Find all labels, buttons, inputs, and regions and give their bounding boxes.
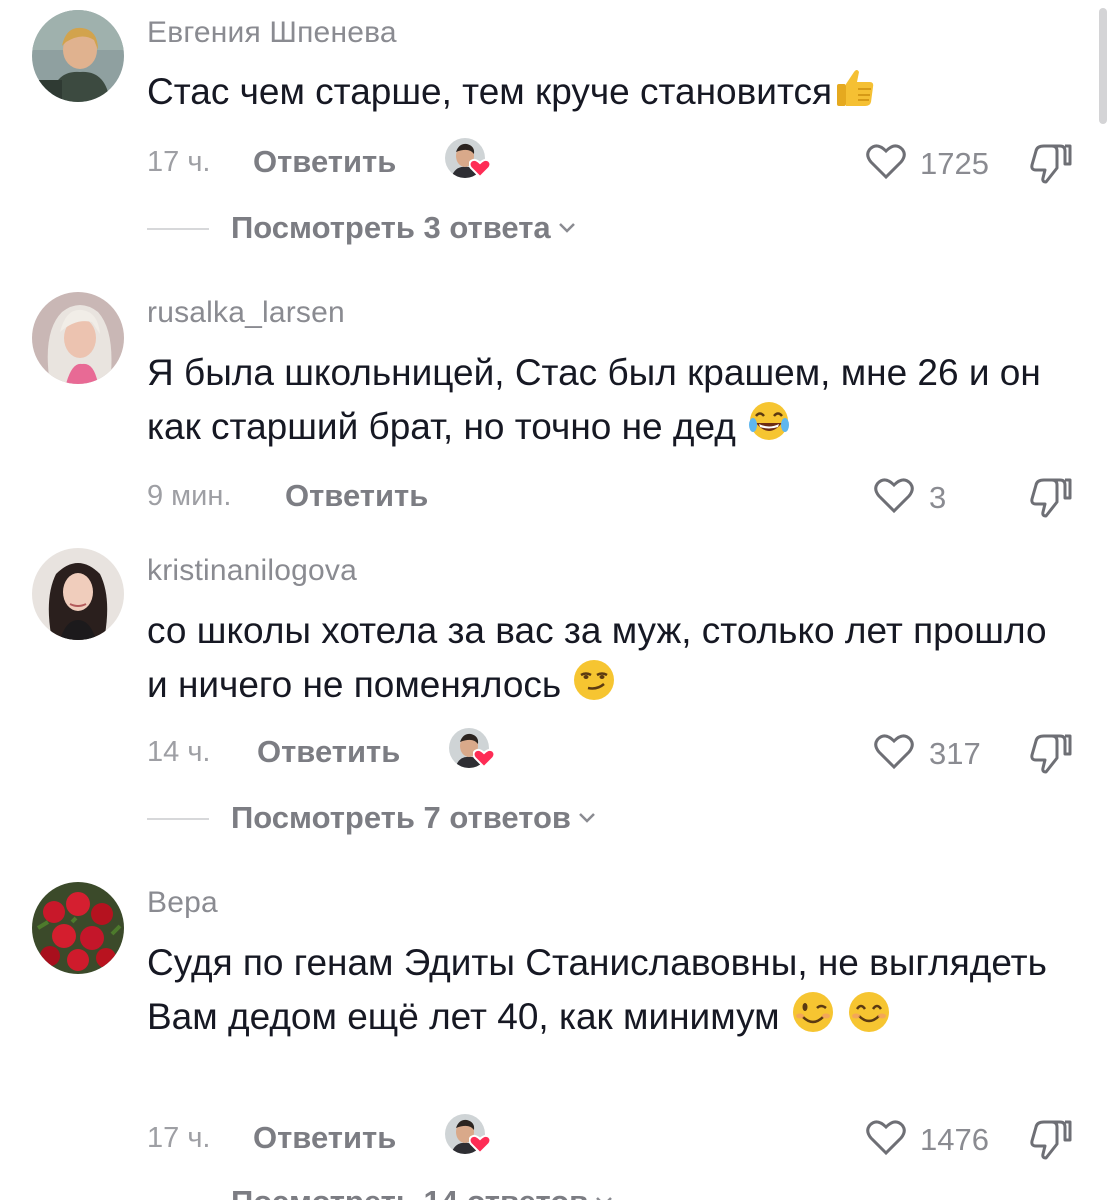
wink-emoji-icon [790, 989, 836, 1035]
dislike-icon[interactable] [1027, 140, 1073, 184]
like-count: 1725 [920, 146, 989, 181]
avatar[interactable] [32, 292, 124, 384]
comment-meta: 17 ч. Ответить 1476 [147, 1112, 1077, 1162]
view-replies-label: Посмотреть 14 ответов [231, 1184, 614, 1200]
like-heart-icon[interactable] [873, 731, 915, 771]
dislike-icon[interactable] [1027, 1116, 1073, 1160]
view-replies-label: Посмотреть 3 ответа [231, 210, 577, 246]
reply-button[interactable]: Ответить [285, 478, 428, 514]
comment-time: 17 ч. [147, 1122, 211, 1154]
reply-button[interactable]: Ответить [253, 144, 396, 180]
comment-meta: 9 мин. Ответить 3 [147, 470, 1077, 520]
smirk-emoji-icon [571, 657, 617, 703]
smile-emoji-icon [846, 989, 892, 1035]
view-replies-button[interactable]: Посмотреть 14 ответов [147, 1182, 747, 1200]
comment-text-content: Я была школьницей, Стас был крашем, мне … [147, 352, 1041, 447]
comment-time: 14 ч. [147, 736, 211, 768]
like-count: 3 [929, 480, 947, 515]
comment-text: Судя по генам Эдиты Станиславовны, не вы… [147, 936, 1067, 1043]
heart-icon [469, 1134, 491, 1154]
creator-liked-badge [445, 136, 495, 186]
chevron-down-icon [558, 223, 575, 233]
comment-meta: 14 ч. Ответить 317 [147, 726, 1077, 776]
scrollbar[interactable] [1099, 8, 1107, 124]
comment-username[interactable]: Евгения Шпенева [147, 16, 397, 50]
avatar[interactable] [32, 882, 124, 974]
comment-time: 17 ч. [147, 146, 211, 178]
comment-meta: 17 ч. Ответить 1725 [147, 136, 1077, 186]
heart-icon [473, 748, 495, 768]
comment-text: Стас чем старше, тем круче становится [147, 64, 1067, 118]
comment-text: со школы хотела за вас за муж, столько л… [147, 604, 1067, 711]
creator-liked-badge [445, 1112, 495, 1162]
view-replies-button[interactable]: Посмотреть 3 ответа [147, 208, 747, 248]
reply-button[interactable]: Ответить [257, 734, 400, 770]
divider [147, 818, 209, 820]
view-replies-button[interactable]: Посмотреть 7 ответов [147, 798, 747, 838]
tears-of-joy-emoji-icon [746, 399, 792, 445]
dislike-icon[interactable] [1027, 474, 1073, 518]
avatar-image [32, 548, 124, 640]
avatar-image [32, 882, 124, 974]
like-count: 317 [929, 736, 981, 771]
dislike-icon[interactable] [1027, 730, 1073, 774]
comment-username[interactable]: rusalka_larsen [147, 296, 345, 330]
chevron-down-icon [596, 1197, 613, 1200]
thumbs-up-emoji-icon [832, 64, 878, 110]
comment-username[interactable]: Вера [147, 886, 218, 920]
comment-text-content: Судя по генам Эдиты Станиславовны, не вы… [147, 942, 1047, 1037]
avatar[interactable] [32, 548, 124, 640]
like-count: 1476 [920, 1122, 989, 1157]
chevron-down-icon [579, 813, 595, 823]
avatar[interactable] [32, 10, 124, 102]
creator-liked-badge [449, 726, 499, 776]
avatar-image [32, 10, 124, 102]
comment-text-content: Стас чем старше, тем круче становится [147, 71, 833, 112]
like-heart-icon[interactable] [865, 141, 907, 181]
heart-icon [469, 158, 491, 178]
comment-text: Я была школьницей, Стас был крашем, мне … [147, 346, 1067, 453]
like-heart-icon[interactable] [865, 1117, 907, 1157]
avatar-image [32, 292, 124, 384]
comment-time: 9 мин. [147, 480, 232, 512]
view-replies-label: Посмотреть 7 ответов [231, 800, 597, 836]
reply-button[interactable]: Ответить [253, 1120, 396, 1156]
like-heart-icon[interactable] [873, 475, 915, 515]
comments-screen: Евгения Шпенева Стас чем старше, тем кру… [0, 0, 1113, 1200]
comment-username[interactable]: kristinanilogova [147, 554, 357, 588]
divider [147, 228, 209, 230]
